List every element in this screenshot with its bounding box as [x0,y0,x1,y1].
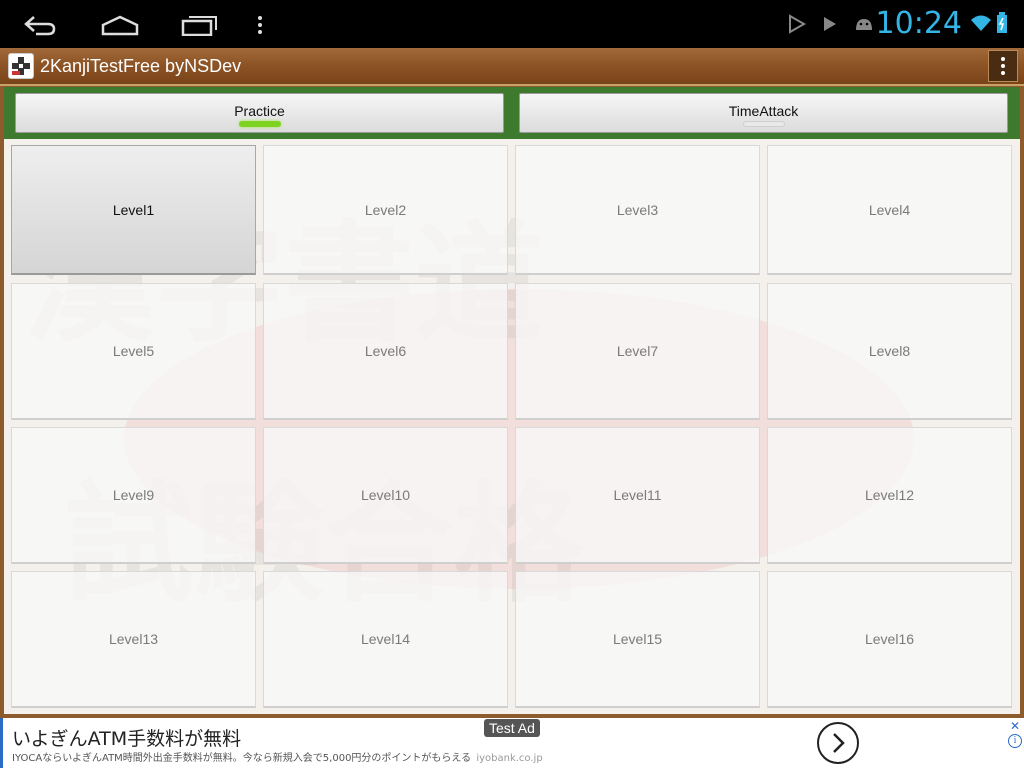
tab-timeattack[interactable]: TimeAttack [519,93,1008,133]
app-icon [8,53,34,79]
app-title: 2KanjiTestFree byNSDev [40,56,242,76]
ad-banner[interactable]: Test Ad いよぎんATM手数料が無料 IYOCAならいよぎんATM時間外出… [0,718,1024,768]
info-icon[interactable]: i [1008,734,1022,748]
ad-body-text: IYOCAならいよぎんATM時間外出金手数料が無料。今なら新規入会で5,000円… [12,753,472,764]
mode-tab-bar: Practice TimeAttack [4,87,1020,139]
clock: 10:24 [875,6,962,41]
ad-headline[interactable]: いよぎんATM手数料が無料 [12,724,241,751]
level-button-11[interactable]: Level11 [515,427,760,564]
level-button-1[interactable]: Level1 [11,145,256,275]
tab-practice-indicator [238,121,281,127]
menu-button[interactable] [250,10,270,40]
level-button-2[interactable]: Level2 [263,145,508,275]
tab-timeattack-label: TimeAttack [728,103,799,119]
recent-apps-icon [181,16,217,36]
home-icon [101,15,139,36]
home-button[interactable] [100,10,140,40]
level-button-3[interactable]: Level3 [515,145,760,275]
overflow-menu-icon [1001,57,1005,75]
ad-open-button[interactable] [817,722,859,764]
level-button-5[interactable]: Level5 [11,283,256,420]
level-button-4[interactable]: Level4 [767,145,1012,275]
tab-practice-label: Practice [234,103,285,119]
action-bar: 2KanjiTestFree byNSDev [0,48,1024,86]
level-button-6[interactable]: Level6 [263,283,508,420]
wifi-icon [971,15,991,31]
level-button-8[interactable]: Level8 [767,283,1012,420]
battery-icon [997,12,1007,33]
play-store-icon [789,14,806,34]
overflow-menu-button[interactable] [988,50,1018,82]
ad-body: IYOCAならいよぎんATM時間外出金手数料が無料。今なら新規入会で5,000円… [12,749,543,764]
main-content: Practice TimeAttack 漢字書道 試験合格 Level1Leve… [0,86,1024,718]
menu-icon [258,16,262,34]
chevron-right-icon [833,733,845,753]
back-icon [24,16,56,36]
android-icon [856,19,872,30]
level-button-10[interactable]: Level10 [263,427,508,564]
level-button-16[interactable]: Level16 [767,571,1012,708]
level-button-14[interactable]: Level14 [263,571,508,708]
back-button[interactable] [20,10,60,40]
tab-practice[interactable]: Practice [15,93,504,133]
ad-domain: iyobank.co.jp [476,753,543,764]
level-grid: 漢字書道 試験合格 Level1Level2Level3Level4Level5… [4,139,1020,714]
level-button-9[interactable]: Level9 [11,427,256,564]
level-button-13[interactable]: Level13 [11,571,256,708]
play-icon [824,17,836,31]
tab-timeattack-indicator [742,121,785,127]
level-button-7[interactable]: Level7 [515,283,760,420]
recent-apps-button[interactable] [180,10,220,40]
status-bar: 10:24 [0,0,1024,48]
close-icon[interactable]: ✕ [1006,718,1024,734]
ad-test-tag: Test Ad [484,719,540,737]
level-button-12[interactable]: Level12 [767,427,1012,564]
level-button-15[interactable]: Level15 [515,571,760,708]
